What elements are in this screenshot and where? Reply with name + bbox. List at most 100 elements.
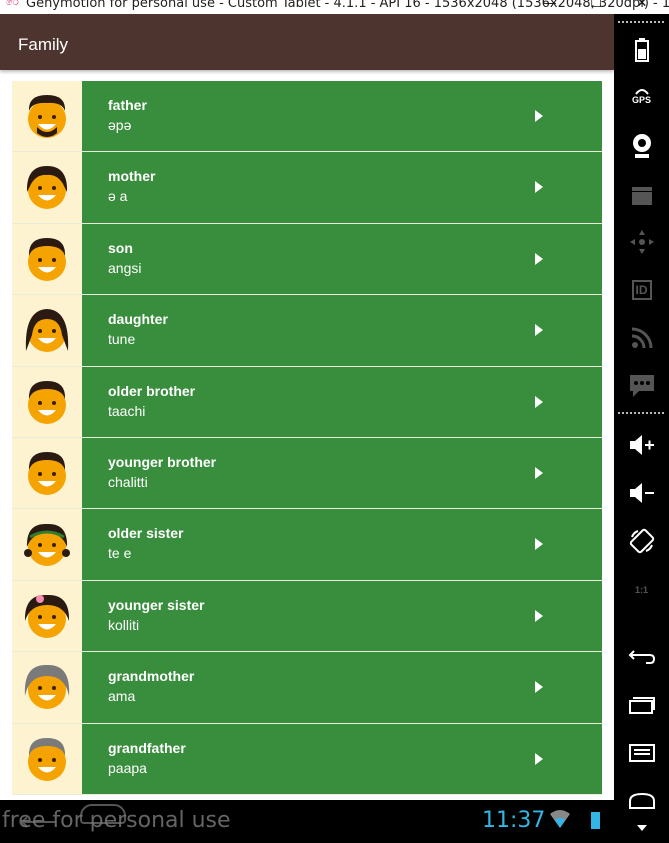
capture-icon[interactable]	[614, 180, 669, 212]
younger-sister-face-icon	[24, 594, 70, 638]
action-bar: Family	[0, 14, 614, 70]
avatar	[12, 366, 82, 437]
older-brother-face-icon	[28, 380, 66, 424]
webcam-icon[interactable]	[614, 130, 669, 162]
status-battery-icon	[591, 812, 600, 829]
rotate-icon[interactable]	[614, 525, 669, 557]
maximize-button[interactable]: ☐	[586, 0, 606, 12]
grandfather-face-icon	[28, 737, 66, 781]
translated-word: kolliti	[108, 616, 140, 633]
pixel-perfect-icon[interactable]: 1:1	[614, 574, 669, 606]
word-text-cell[interactable]: son angsi	[82, 223, 602, 295]
word-text-cell[interactable]: younger brother chalitti	[82, 437, 602, 509]
id-label: ID	[631, 280, 652, 300]
english-word: younger brother	[108, 453, 217, 470]
play-icon[interactable]	[535, 181, 543, 194]
word-row[interactable]: older brother taachi	[12, 366, 602, 438]
avatar	[12, 295, 82, 366]
avatar	[12, 223, 82, 295]
grandmother-face-icon	[24, 665, 70, 710]
play-icon[interactable]	[535, 466, 543, 479]
word-list: father əpə mother ə a son angsi daughter tune ol…	[12, 81, 602, 795]
avatar	[12, 509, 82, 580]
father-face-icon	[28, 95, 66, 138]
home-icon[interactable]	[614, 785, 669, 817]
gps-label: GPS	[631, 95, 651, 105]
word-text-cell[interactable]: grandmother ama	[82, 652, 602, 723]
avatar	[12, 437, 82, 509]
english-word: grandmother	[108, 668, 195, 685]
english-word: older brother	[108, 382, 196, 399]
translated-word: ə a	[108, 188, 128, 205]
play-icon[interactable]	[535, 538, 543, 551]
status-clock: 11:37	[482, 808, 546, 833]
rss-icon[interactable]	[614, 322, 669, 354]
android-nav-bar: ⟵ free for personal use 11:37	[0, 800, 614, 843]
menu-icon[interactable]	[614, 737, 669, 769]
volume-down-icon[interactable]	[614, 477, 669, 509]
translated-word: te e	[108, 545, 132, 562]
emulator-window: රෙ Genymotion for personal use - Custom …	[0, 0, 669, 843]
word-text-cell[interactable]: grandfather paapa	[82, 723, 602, 794]
play-icon[interactable]	[535, 395, 543, 408]
wifi-icon	[550, 810, 570, 828]
play-icon[interactable]	[535, 324, 543, 337]
word-text-cell[interactable]: older brother taachi	[82, 366, 602, 437]
daughter-face-icon	[25, 309, 69, 353]
play-icon[interactable]	[535, 252, 543, 265]
back-icon[interactable]	[614, 641, 669, 673]
id-icon[interactable]: ID	[614, 274, 669, 306]
mother-face-icon	[26, 166, 68, 210]
volume-up-icon[interactable]	[614, 429, 669, 461]
word-row[interactable]: grandfather paapa	[12, 723, 602, 795]
dpad-icon[interactable]	[614, 226, 669, 258]
word-text-cell[interactable]: older sister te e	[82, 509, 602, 580]
page-title: Family	[18, 35, 69, 54]
watermark: free for personal use	[2, 808, 231, 833]
android-screen: Family father əpə mother ə a son angsi daughte…	[0, 14, 614, 800]
play-icon[interactable]	[535, 110, 543, 122]
battery-icon[interactable]	[614, 34, 669, 66]
window-title: Genymotion for personal use - Custom Tab…	[26, 0, 669, 11]
avatar	[12, 81, 82, 152]
genymotion-logo-icon: රෙ	[6, 0, 19, 8]
translated-word: chalitti	[108, 473, 148, 490]
word-row[interactable]: son angsi	[12, 223, 602, 296]
toolbar-separator	[618, 21, 664, 23]
word-text-cell[interactable]: mother ə a	[82, 152, 602, 223]
translated-word: ama	[108, 688, 136, 705]
scroll-down-icon[interactable]	[614, 816, 669, 840]
word-row[interactable]: mother ə a	[12, 152, 602, 224]
play-icon[interactable]	[535, 609, 543, 622]
translated-word: angsi	[108, 259, 142, 276]
translated-word: paapa	[108, 759, 147, 776]
genymotion-toolbar: GPS ID 1:1	[614, 14, 669, 843]
sms-icon[interactable]	[614, 370, 669, 402]
translated-word: əpə	[108, 117, 132, 133]
word-row[interactable]: older sister te e	[12, 509, 602, 581]
word-text-cell[interactable]: daughter tune	[82, 295, 602, 366]
close-button[interactable]: ✕	[632, 0, 652, 12]
play-icon[interactable]	[535, 681, 543, 694]
avatar	[12, 723, 82, 794]
word-row[interactable]: younger brother chalitti	[12, 437, 602, 510]
english-word: older sister	[108, 525, 184, 542]
gps-icon[interactable]: GPS	[614, 80, 669, 112]
english-word: daughter	[108, 311, 168, 328]
word-text-cell[interactable]: father əpə	[82, 81, 602, 152]
word-row[interactable]: daughter tune	[12, 295, 602, 367]
word-row[interactable]: father əpə	[12, 81, 602, 153]
word-text-cell[interactable]: younger sister kolliti	[82, 580, 602, 652]
word-row[interactable]: younger sister kolliti	[12, 580, 602, 653]
avatar	[12, 580, 82, 652]
minimize-button[interactable]: —	[540, 0, 560, 12]
avatar	[12, 152, 82, 223]
word-row[interactable]: grandmother ama	[12, 652, 602, 724]
translated-word: taachi	[108, 402, 146, 419]
younger-brother-face-icon	[28, 451, 66, 495]
play-icon[interactable]	[535, 752, 543, 765]
recent-apps-icon[interactable]	[614, 689, 669, 721]
english-word: mother	[108, 168, 156, 185]
english-word: grandfather	[108, 739, 186, 756]
pixel-perfect-label: 1:1	[634, 585, 648, 595]
